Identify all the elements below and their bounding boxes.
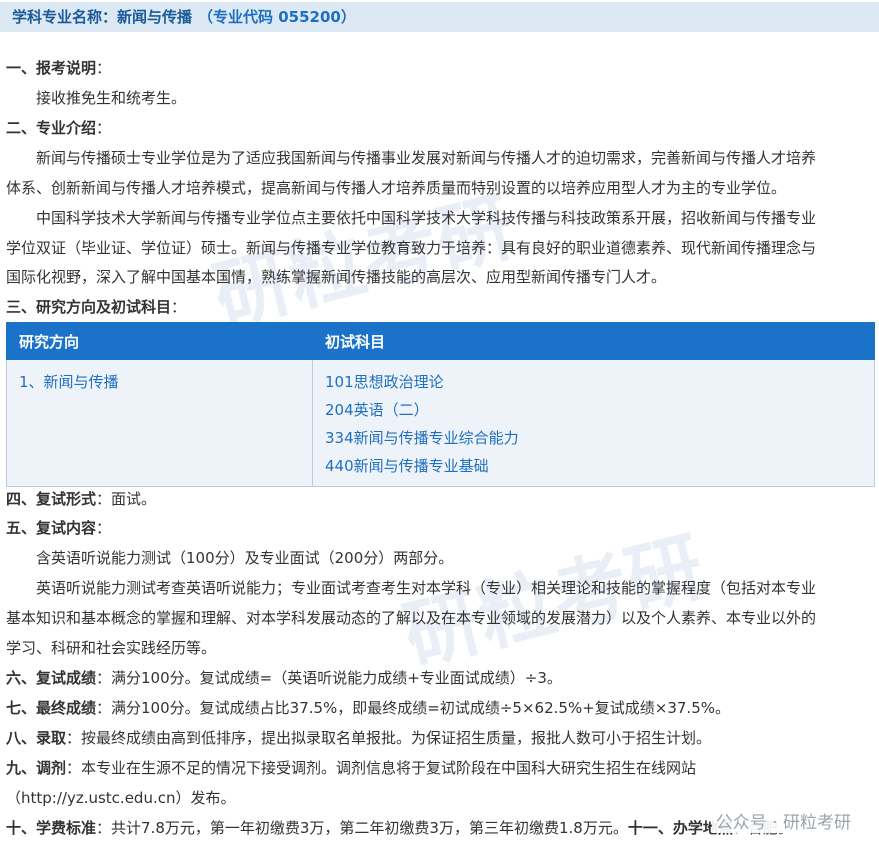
- section-8-text: ：按最终成绩由高到低排序，提出拟录取名单报批。为保证招生质量，报批人数可小于招生…: [66, 729, 712, 747]
- subject-334: 334新闻与传播专业综合能力: [325, 429, 519, 447]
- section-2-p1-line2: 体系、创新新闻与传播人才培养模式，提高新闻与传播人才培养质量而特别设置的以培养应…: [6, 179, 787, 197]
- section-6-title: 六、复试成绩: [6, 669, 97, 687]
- table-header-row: 研究方向 初试科目: [6, 322, 875, 360]
- section-5-p2-line2: 基本知识和基本概念的掌握和理解、对本学科发展动态的了解以及在本专业领域的发展潜力…: [6, 609, 817, 627]
- section-5-p1: 含英语听说能力测试（100分）及专业面试（200分）两部分。: [36, 549, 454, 567]
- section-7-title: 七、最终成绩: [6, 699, 97, 717]
- section-2-p2-line3: 国际化视野，深入了解中国基本国情，熟练掌握新闻传播技能的高层次、应用型新闻传播专…: [6, 268, 667, 286]
- table-header-subjects: 初试科目: [312, 322, 875, 360]
- section-5-heading: 五、复试内容：: [6, 517, 874, 539]
- major-header: 学科专业名称：新闻与传播 （专业代码 055200）: [0, 2, 879, 32]
- section-5-p2-line3: 学习、科研和社会实践经历等。: [6, 639, 217, 657]
- subjects-table: 研究方向 初试科目 1、新闻与传播 101思想政治理论 204英语（二） 334…: [6, 322, 875, 487]
- section-7: 七、最终成绩：满分100分。复试成绩占比37.5%，即最终成绩=初试成绩÷5×6…: [6, 697, 874, 719]
- wechat-source-mark: 公众号 · 研粒考研: [711, 808, 855, 833]
- section-2-p2-line1: 中国科学技术大学新闻与传播专业学位点主要依托中国科学技术大学科技传播与科技政策系…: [36, 209, 817, 227]
- section-5-sep: ：: [96, 519, 112, 537]
- section-9-text: ：本专业在生源不足的情况下接受调剂。调剂信息将于复试阶段在中国科大研究生招生在线…: [66, 759, 697, 777]
- section-6-text: ：满分100分。复试成绩=（英语听说能力成绩+专业面试成绩）÷3。: [96, 669, 562, 687]
- section-1-sep: ：: [96, 59, 112, 77]
- section-6: 六、复试成绩：满分100分。复试成绩=（英语听说能力成绩+专业面试成绩）÷3。: [6, 667, 874, 689]
- section-1-text: 接收推免生和统考生。: [36, 89, 187, 107]
- section-9: 九、调剂：本专业在生源不足的情况下接受调剂。调剂信息将于复试阶段在中国科大研究生…: [6, 757, 874, 779]
- direction-name: 1、新闻与传播: [19, 373, 119, 391]
- section-2-p2-line2: 学位双证（毕业证、学位证）硕士。新闻与传播专业学位教育致力于培养：具有良好的职业…: [6, 239, 817, 257]
- section-9-title: 九、调剂: [6, 759, 67, 777]
- section-7-text: ：满分100分。复试成绩占比37.5%，即最终成绩=初试成绩÷5×62.5%+复…: [96, 699, 730, 717]
- section-5-title: 五、复试内容: [6, 519, 97, 537]
- section-4-title: 四、复试形式: [6, 490, 97, 508]
- section-2-heading: 二、专业介绍：: [6, 117, 874, 139]
- subject-204: 204英语（二）: [325, 401, 429, 419]
- section-5-p2-line1: 英语听说能力测试考查英语听说能力；专业面试考查考生对本学科（专业）相关理论和技能…: [36, 579, 817, 597]
- section-4-text: ：面试。: [96, 490, 157, 508]
- subject-101: 101思想政治理论: [325, 373, 444, 391]
- section-8: 八、录取：按最终成绩由高到低排序，提出拟录取名单报批。为保证招生质量，报批人数可…: [6, 727, 874, 749]
- section-1-heading: 一、报考说明：: [6, 57, 874, 79]
- major-code: （专业代码 055200）: [198, 8, 356, 26]
- section-3-heading: 三、研究方向及初试科目：: [6, 296, 874, 318]
- major-name: 学科专业名称：新闻与传播: [12, 8, 193, 26]
- section-2-sep: ：: [96, 119, 112, 137]
- section-10-text: ：共计7.8万元，第一年初缴费3万，第二年初缴费3万，第三年初缴费1.8万元。: [96, 819, 628, 837]
- section-2-title: 二、专业介绍: [6, 119, 97, 137]
- table-row: 1、新闻与传播 101思想政治理论 204英语（二） 334新闻与传播专业综合能…: [6, 359, 875, 487]
- section-3-sep: ：: [171, 298, 187, 316]
- subject-440: 440新闻与传播专业基础: [325, 457, 489, 475]
- section-4: 四、复试形式：面试。: [6, 488, 874, 510]
- section-9-text-line2: （http://yz.ustc.edu.cn）发布。: [6, 789, 236, 807]
- table-header-direction: 研究方向: [6, 322, 313, 360]
- section-2-p1-line1: 新闻与传播硕士专业学位是为了适应我国新闻与传播事业发展对新闻与传播人才的迫切需求…: [36, 149, 817, 167]
- section-1-title: 一、报考说明: [6, 59, 97, 77]
- subjects-cell: 101思想政治理论 204英语（二） 334新闻与传播专业综合能力 440新闻与…: [312, 359, 875, 487]
- section-3-title: 三、研究方向及初试科目: [6, 298, 172, 316]
- section-8-title: 八、录取: [6, 729, 67, 747]
- direction-cell: 1、新闻与传播: [6, 359, 313, 487]
- section-10-title: 十、学费标准: [6, 819, 97, 837]
